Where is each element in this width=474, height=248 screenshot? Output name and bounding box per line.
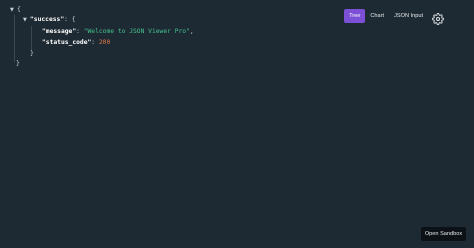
- tree-row-success-close: }: [30, 48, 34, 59]
- view-toolbar: Tree Chart JSON Input: [344, 9, 428, 23]
- colon: :: [64, 16, 72, 23]
- key-success[interactable]: "success": [30, 16, 64, 23]
- tab-chart[interactable]: Chart: [365, 9, 389, 23]
- colon: :: [91, 39, 99, 46]
- tab-tree[interactable]: Tree: [344, 9, 366, 23]
- root-open-brace: {: [17, 6, 21, 13]
- indent-guide-root: [14, 15, 15, 62]
- tab-json-input[interactable]: JSON Input: [389, 9, 428, 23]
- tree-row-root-close: }: [16, 58, 20, 69]
- value-status-code[interactable]: 200: [99, 39, 110, 46]
- json-tree-view: ▼{ ▼ "success": { "message": "Welcome to …: [0, 0, 474, 248]
- tree-row-root: ▼{: [10, 4, 21, 15]
- settings-button[interactable]: [432, 10, 444, 25]
- gear-icon: [432, 13, 444, 25]
- tree-row-status-code: "status_code": 200: [42, 37, 110, 48]
- tree-row-message: "message": "Welcome to JSON Viewer Pro",: [42, 26, 194, 37]
- open-sandbox-button[interactable]: Open Sandbox: [421, 227, 466, 241]
- collapse-caret-icon[interactable]: ▼: [23, 15, 30, 26]
- value-message[interactable]: "Welcome to JSON Viewer Pro": [84, 28, 190, 35]
- colon: :: [76, 28, 84, 35]
- key-status-code[interactable]: "status_code": [42, 39, 91, 46]
- root-close-brace: }: [16, 60, 20, 67]
- tree-row-success: ▼ "success": {: [23, 14, 76, 25]
- key-message[interactable]: "message": [42, 28, 76, 35]
- collapse-caret-icon[interactable]: ▼: [10, 5, 17, 16]
- success-open-brace: {: [71, 16, 76, 23]
- comma: ,: [189, 28, 194, 35]
- success-close-brace: }: [30, 50, 34, 57]
- indent-guide-success: [31, 26, 32, 50]
